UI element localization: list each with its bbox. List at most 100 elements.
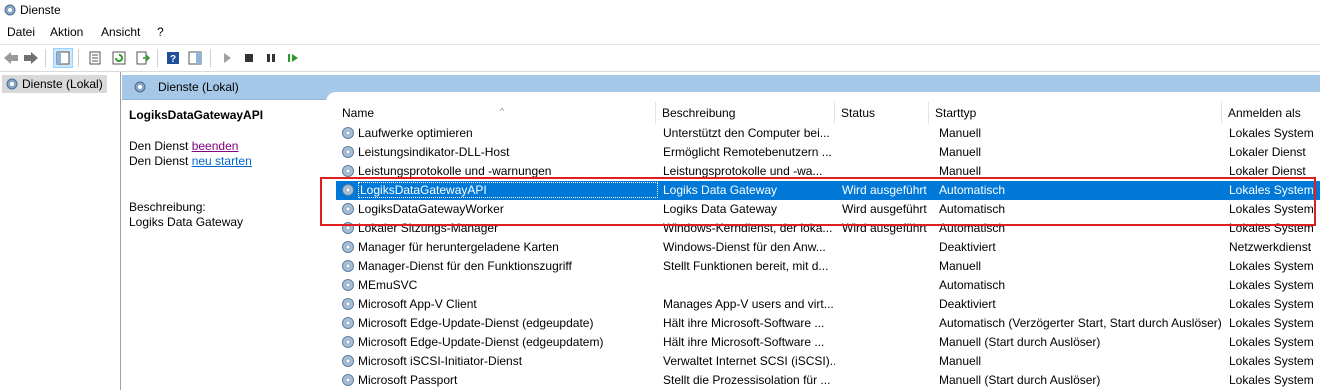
console-tree: Dienste (Lokal)	[0, 72, 121, 390]
service-gear-icon	[342, 165, 354, 177]
table-row[interactable]: Microsoft Passport Stellt die Prozessisol…	[336, 371, 1320, 390]
stop-service-link[interactable]: beenden	[192, 139, 239, 153]
table-row[interactable]: LogiksDataGatewayAPI Logiks Data Gateway W…	[336, 181, 1320, 200]
start-service-icon[interactable]	[218, 49, 236, 67]
service-logon: Lokales System	[1229, 259, 1314, 273]
sort-ascending-icon: ^	[500, 106, 505, 116]
table-row[interactable]: Microsoft Edge-Update-Dienst (edgeupdate…	[336, 314, 1320, 333]
help-icon[interactable]: ?	[164, 49, 182, 67]
service-description: Logiks Data Gateway	[663, 183, 778, 197]
service-description: Stellt Funktionen bereit, mit d...	[663, 259, 829, 273]
table-row[interactable]: MEmuSVC Automatisch Lokales System	[336, 276, 1320, 295]
column-header: ^ Name Beschreibung Status Starttyp Anme…	[326, 102, 1320, 124]
column-beschreibung[interactable]: Beschreibung	[656, 102, 835, 124]
menu-datei[interactable]: Datei	[7, 25, 35, 39]
service-description: Hält ihre Microsoft-Software ...	[663, 335, 825, 349]
service-gear-icon	[342, 355, 354, 367]
description-text: Logiks Data Gateway	[129, 215, 244, 229]
table-row[interactable]: Lokaler Sitzungs-Manager Windows-Kerndien…	[336, 219, 1320, 238]
pause-service-icon[interactable]	[262, 49, 280, 67]
service-starttype: Manuell	[939, 164, 982, 178]
service-gear-icon	[342, 336, 354, 348]
service-name: LogiksDataGatewayAPI	[358, 182, 658, 198]
service-starttype: Manuell	[939, 354, 982, 368]
service-starttype: Automatisch	[939, 202, 1006, 216]
column-name[interactable]: ^ Name	[336, 102, 656, 124]
service-name: Manager-Dienst für den Funktionszugriff	[358, 259, 572, 273]
service-status: Wird ausgeführt	[842, 221, 927, 235]
column-status[interactable]: Status	[835, 102, 929, 124]
show-hide-console-tree-icon[interactable]	[53, 48, 73, 68]
table-row[interactable]: Laufwerke optimieren Unterstützt den Comp…	[336, 124, 1320, 143]
main-pane: Dienste (Lokal) LogiksDataGatewayAPI Den…	[122, 72, 1320, 390]
toolbar: ?	[0, 44, 1320, 72]
table-row[interactable]: Manager-Dienst für den Funktionszugriff S…	[336, 257, 1320, 276]
service-description: Leistungsprotokolle und -wa...	[663, 164, 823, 178]
selected-service-name: LogiksDataGatewayAPI	[129, 108, 264, 122]
refresh-icon[interactable]	[110, 49, 128, 67]
table-row[interactable]: Microsoft App-V Client Manages App-V user…	[336, 295, 1320, 314]
service-name: Manager für heruntergeladene Karten	[358, 240, 559, 254]
service-logon: Lokales System	[1229, 335, 1314, 349]
services-gear-icon	[4, 4, 16, 16]
show-hide-action-pane-icon[interactable]	[186, 49, 204, 67]
service-gear-icon	[342, 374, 354, 386]
service-description: Manages App-V users and virt...	[663, 297, 834, 311]
table-row[interactable]: Leistungsindikator-DLL-Host Ermöglicht Re…	[336, 143, 1320, 162]
properties-icon[interactable]	[86, 49, 104, 67]
service-starttype: Automatisch	[939, 278, 1006, 292]
table-row[interactable]: LogiksDataGatewayWorker Logiks Data Gatew…	[336, 200, 1320, 219]
service-description: Windows-Dienst für den Anw...	[663, 240, 826, 254]
service-name: MEmuSVC	[358, 278, 418, 292]
forward-icon[interactable]	[22, 49, 40, 67]
service-name: Lokaler Sitzungs-Manager	[358, 221, 499, 235]
table-row[interactable]: Leistungsprotokolle und -warnungen Leistu…	[336, 162, 1320, 181]
service-name: Microsoft Edge-Update-Dienst (edgeupdate…	[358, 316, 594, 330]
column-starttyp[interactable]: Starttyp	[929, 102, 1222, 124]
svg-text:?: ?	[170, 54, 176, 65]
restart-service-line: Den Dienst neu starten	[129, 154, 252, 168]
menu-help[interactable]: ?	[157, 25, 164, 39]
service-logon: Lokales System	[1229, 297, 1314, 311]
service-gear-icon	[342, 203, 354, 215]
service-gear-icon	[342, 298, 354, 310]
export-list-icon[interactable]	[134, 49, 152, 67]
table-row[interactable]: Microsoft Edge-Update-Dienst (edgeupdate…	[336, 333, 1320, 352]
service-gear-icon	[342, 184, 354, 196]
table-row[interactable]: Manager für heruntergeladene Karten Windo…	[336, 238, 1320, 257]
service-name: Laufwerke optimieren	[358, 126, 473, 140]
service-description: Verwaltet Internet SCSI (iSCSI)...	[663, 354, 835, 368]
stop-service-line: Den Dienst beenden	[129, 139, 239, 153]
service-starttype: Automatisch (Verzögerter Start, Start du…	[939, 316, 1222, 330]
description-label: Beschreibung:	[129, 200, 206, 214]
service-logon: Lokaler Dienst	[1229, 145, 1306, 159]
service-gear-icon	[342, 279, 354, 291]
menu-ansicht[interactable]: Ansicht	[101, 25, 140, 39]
service-starttype: Manuell (Start durch Auslöser)	[939, 335, 1101, 349]
service-name: Leistungsindikator-DLL-Host	[358, 145, 510, 159]
table-row[interactable]: Microsoft iSCSI-Initiator-Dienst Verwalte…	[336, 352, 1320, 371]
service-name: LogiksDataGatewayWorker	[358, 202, 504, 216]
menu-aktion[interactable]: Aktion	[50, 25, 83, 39]
service-description: Stellt die Prozessisolation für ...	[663, 373, 831, 387]
restart-service-link[interactable]: neu starten	[192, 154, 252, 168]
service-logon: Lokales System	[1229, 354, 1314, 368]
stop-service-icon[interactable]	[240, 49, 258, 67]
back-icon[interactable]	[2, 49, 20, 67]
resume-service-icon[interactable]	[284, 49, 302, 67]
service-gear-icon	[342, 241, 354, 253]
service-starttype: Manuell (Start durch Auslöser)	[939, 373, 1101, 387]
service-description: Hält ihre Microsoft-Software ...	[663, 316, 825, 330]
service-logon: Lokales System	[1229, 316, 1314, 330]
service-logon: Lokaler Dienst	[1229, 164, 1306, 178]
service-status: Wird ausgeführt	[842, 202, 927, 216]
service-starttype: Manuell	[939, 145, 982, 159]
column-anmelden-als[interactable]: Anmelden als	[1222, 102, 1320, 124]
service-description: Logiks Data Gateway	[663, 202, 778, 216]
tree-node-label: Dienste (Lokal)	[22, 77, 103, 91]
service-name: Microsoft Passport	[358, 373, 458, 387]
service-logon: Lokales System	[1229, 373, 1314, 387]
services-gear-icon	[6, 78, 18, 90]
service-gear-icon	[342, 317, 354, 329]
tree-node-dienste-lokal[interactable]: Dienste (Lokal)	[2, 75, 107, 93]
